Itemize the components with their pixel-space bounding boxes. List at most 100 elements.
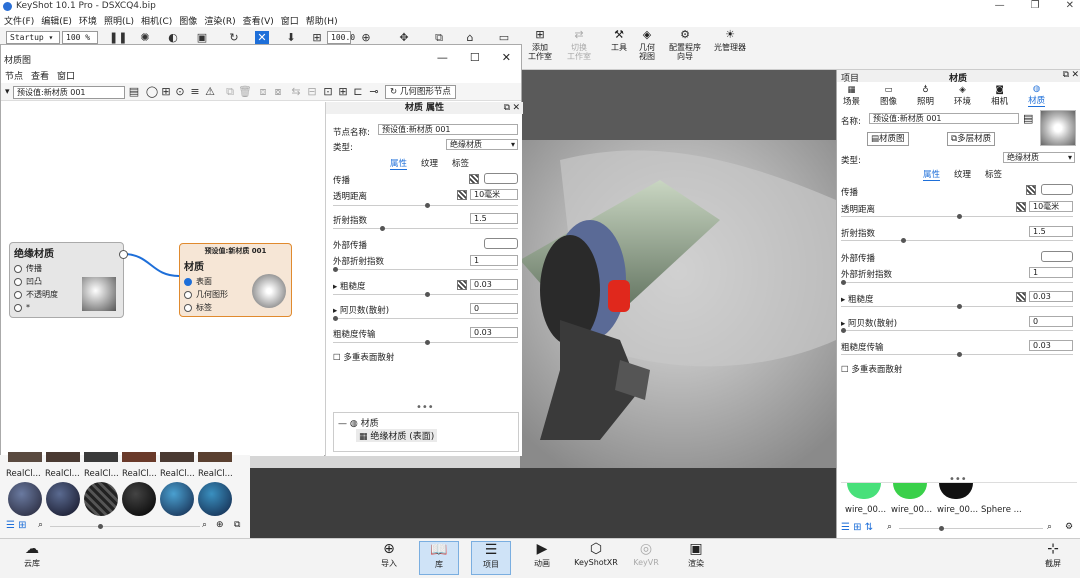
rough-trans-input[interactable]: 0.03 [470,327,518,338]
wire-ball-1[interactable] [847,483,881,499]
abbe-slider[interactable] [333,316,518,321]
right-roughness-slider[interactable] [841,304,1073,309]
region-icon[interactable]: ▣ [195,31,209,45]
preset-select[interactable]: 预设值:新材质 001 [13,86,125,99]
geometry-node-button[interactable]: ↻ 几何图形节点 [385,85,456,99]
ior-input[interactable]: 1.5 [470,213,518,224]
right-tab-texture[interactable]: 纹理 [954,168,971,181]
upload-icon[interactable]: ⊕ [216,520,224,530]
preview-icon[interactable]: ◯ [145,85,159,99]
tab-properties[interactable]: 属性 [390,157,408,170]
lib-ball-2[interactable] [46,452,80,462]
right-settings-icon[interactable]: ⚙ [1065,522,1073,532]
roughness-label[interactable]: ▸ 粗糙度 [333,280,365,292]
geometry-view-button[interactable]: ◈ 几何 视图 [634,29,660,61]
right-transmission-swatch[interactable] [1041,184,1073,195]
group-icon[interactable]: ⧈ [256,85,270,99]
zoom-in-icon[interactable]: ⌕ [202,520,207,530]
undock-icon[interactable]: ⧉ [504,103,510,113]
lib-ball-6[interactable] [198,452,232,462]
light-manager-button[interactable]: ☀ 光管理器 [710,29,750,52]
transmission-texture-icon[interactable] [469,174,479,184]
add-studio-button[interactable]: ⊞ 添加 工作室 [525,29,555,61]
menu-environment[interactable]: 环境 [79,14,97,27]
menu-image[interactable]: 图像 [179,14,197,27]
drop-icon[interactable]: ⬇ [284,31,298,45]
right-rough-trans-slider[interactable] [841,352,1073,357]
material-output-node[interactable]: 预设值:新材质 001 材质 表面 几何图形 标签 [179,243,292,317]
right-thumbnail-slider[interactable] [899,526,1043,531]
zoom-select[interactable]: 100 % ▾ [62,31,98,53]
cloud-library-button[interactable]: ☁ 云库 [12,541,52,569]
maximize-button[interactable]: ❐ [1031,0,1040,11]
material-preview-thumbnail[interactable] [1040,110,1076,146]
tab-material[interactable]: ◍ 材质 [1028,84,1046,107]
minimize-button[interactable]: — [995,0,1005,11]
lib-ball-12[interactable] [198,482,232,516]
right-tab-properties[interactable]: 属性 [923,168,941,181]
rough-trans-slider[interactable] [333,340,518,345]
project-button[interactable]: ☰ 项目 [471,541,511,575]
ext-ior-input[interactable]: 1 [470,255,518,266]
connect-icon[interactable]: ⊸ [367,85,381,99]
right-undock-icon[interactable]: ⧉ [1063,70,1069,80]
mw-minimize-button[interactable]: — [437,51,448,64]
right-abbe-input[interactable]: 0 [1029,316,1073,327]
mw-close-button[interactable]: ✕ [502,51,511,64]
node-name-input[interactable]: 预设值:新材质 001 [378,124,518,135]
preset-dropdown-icon[interactable]: ▾ [5,87,10,97]
insulator-output-port[interactable] [119,250,128,259]
right-abbe-slider[interactable] [841,328,1073,333]
tab-image[interactable]: ▭ 图像 [880,85,897,107]
menu-window[interactable]: 窗口 [281,14,299,27]
tab-camera[interactable]: ◙ 相机 [991,85,1008,107]
tab-texture[interactable]: 纹理 [421,157,438,170]
menu-lighting[interactable]: 照明(L) [104,14,134,27]
close-button[interactable]: ✕ [1066,0,1074,11]
right-trans-dist-slider[interactable] [841,214,1073,219]
import-button[interactable]: ⊕ 导入 [369,541,409,569]
panel-close-icon[interactable]: ✕ [512,103,520,113]
thumbnail-size-slider[interactable] [50,524,200,529]
ungroup-icon[interactable]: ⧇ [271,85,285,99]
right-rough-trans-input[interactable]: 0.03 [1029,340,1073,351]
menu-render[interactable]: 渲染(R) [204,14,235,27]
camera-zoom-icon[interactable]: ⊕ [359,31,373,45]
lib-ball-10[interactable] [122,482,156,516]
wire-ball-3[interactable] [939,483,973,499]
type-select[interactable]: 绝缘材质 ▾ [446,139,518,150]
frame-icon[interactable]: ⊡ [321,85,335,99]
roughness-input[interactable]: 0.03 [470,279,518,290]
menu-help[interactable]: 帮助(H) [306,14,338,27]
lib-ball-11[interactable] [160,482,194,516]
tab-lighting[interactable]: ♁ 照明 [917,85,934,107]
ior-slider[interactable] [333,226,518,231]
ext-ior-slider[interactable] [333,267,518,272]
material-graph-button[interactable]: ▤材质图 [867,132,909,146]
trans-dist-input[interactable]: 10毫米 [470,189,518,200]
collapse-icon[interactable]: ⊏ [351,85,365,99]
menu-view[interactable]: 查看(V) [243,14,274,27]
lib-ball-9[interactable] [84,482,118,516]
ext-trans-color-swatch[interactable] [484,238,518,249]
animation-button[interactable]: ▶ 动画 [522,541,562,569]
workspace-select[interactable]: Startup ▾ [6,31,60,44]
performance-icon[interactable]: ✺ [138,31,152,45]
mw-menu-window[interactable]: 窗口 [57,69,75,82]
right-zoom-in-icon[interactable]: ⌕ [1047,522,1052,532]
resolution-icon[interactable]: ⊞ [310,31,324,45]
half-circle-icon[interactable]: ◐ [166,31,180,45]
list-view-icon[interactable]: ☰ ⊞ [6,520,27,531]
mw-menu-view[interactable]: 查看 [31,69,49,82]
roughness-slider[interactable] [333,292,518,297]
link-icon[interactable]: ⇆ [289,85,303,99]
studio-icon[interactable]: ▭ [497,31,511,45]
trans-dist-texture-icon[interactable] [457,190,467,200]
trans-dist-slider[interactable] [333,203,518,208]
multi-scatter-checkbox[interactable]: ☐ 多重表面散射 [333,351,394,363]
menu-edit[interactable]: 编辑(E) [41,14,72,27]
right-multi-scatter-checkbox[interactable]: ☐ 多重表面散射 [841,363,902,375]
fit-screen-icon[interactable]: ✕ [255,31,269,45]
reset-camera-icon[interactable]: ↻ [227,31,241,45]
multi-layer-button[interactable]: ⧉多层材质 [947,132,996,146]
